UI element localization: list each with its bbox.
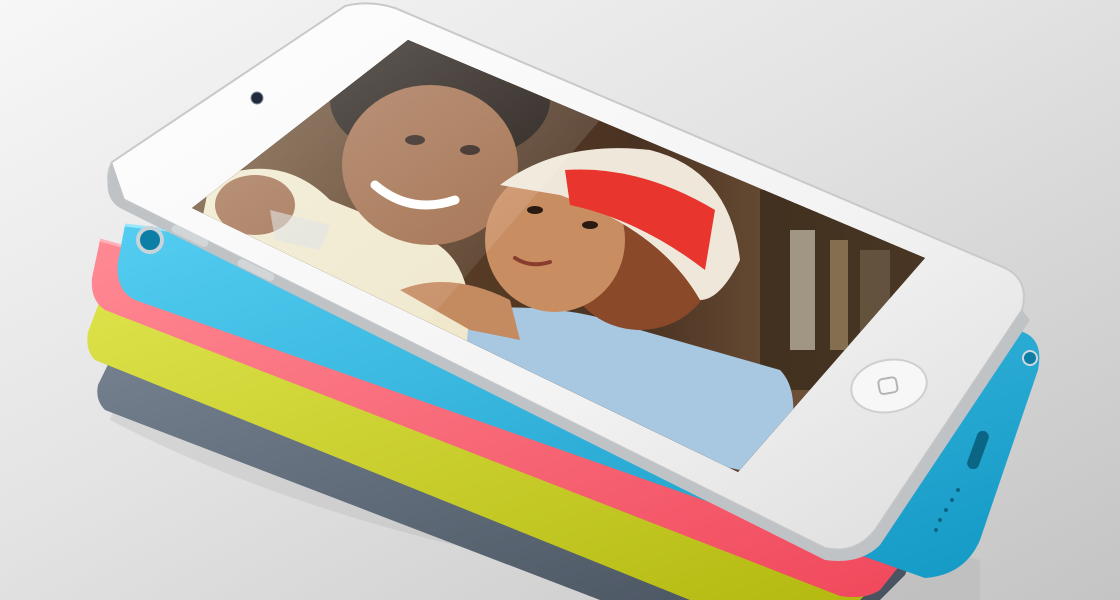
headphone-jack-icon <box>1022 350 1038 366</box>
blue-camera-icon <box>136 226 164 254</box>
front-camera-icon <box>250 91 264 105</box>
ipod-stack-illustration <box>0 0 1120 600</box>
product-photo <box>0 0 1120 600</box>
